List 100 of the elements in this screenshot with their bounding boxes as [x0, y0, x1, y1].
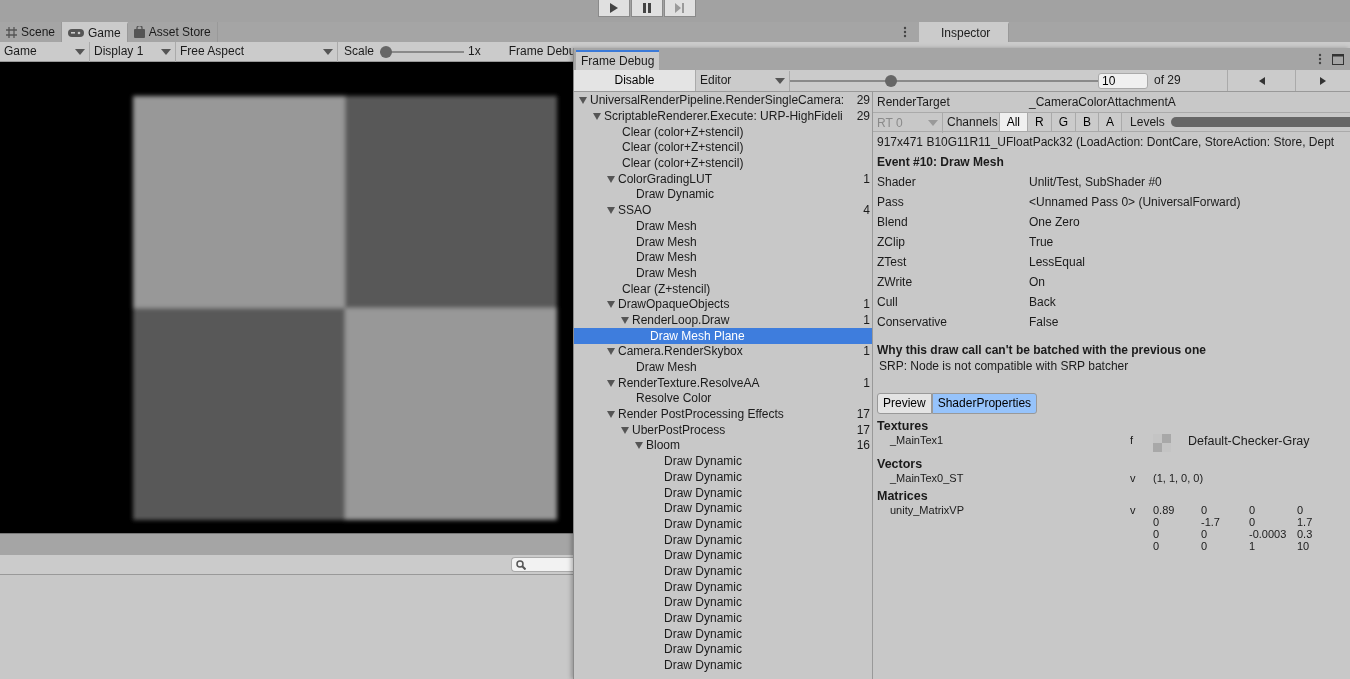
tree-item[interactable]: Draw Dynamic — [574, 563, 872, 580]
expand-arrow-icon[interactable] — [607, 175, 615, 183]
batch-heading: Why this draw call can't be batched with the previous one — [877, 342, 1206, 358]
event-number-field[interactable]: 10 — [1098, 72, 1148, 89]
property-label: Conservative — [877, 314, 949, 330]
scale-slider[interactable] — [380, 45, 465, 58]
search-icon — [516, 559, 526, 570]
tree-item[interactable]: Draw Dynamic — [574, 610, 872, 627]
section-heading: Textures — [877, 418, 930, 434]
expand-arrow-icon[interactable] — [607, 411, 615, 419]
disable-button[interactable]: Disable — [574, 70, 696, 91]
tree-item[interactable]: Draw Dynamic — [574, 469, 872, 486]
tree-item[interactable]: Draw Dynamic — [574, 657, 872, 674]
property-value: True — [1029, 234, 1054, 250]
matrix-cell-text: 0.3 — [1297, 528, 1314, 540]
tree-item[interactable]: Draw Mesh — [574, 249, 872, 266]
texture-name: Default-Checker-Gray — [1188, 434, 1310, 450]
property-label: ZTest — [877, 254, 908, 270]
slider-thumb[interactable] — [884, 74, 897, 87]
matrix-cell-text: 0 — [1153, 516, 1161, 528]
tree-item[interactable]: Clear (Z+stencil) — [574, 281, 872, 297]
tree-item[interactable]: Draw Dynamic — [574, 485, 872, 501]
tree-item[interactable]: Draw Dynamic — [574, 547, 872, 564]
expand-arrow-icon[interactable] — [593, 113, 601, 121]
tree-item[interactable]: Draw Mesh — [574, 234, 872, 250]
property-value: One Zero — [1029, 214, 1080, 230]
shopping-bag-icon — [133, 26, 145, 38]
tree-item[interactable]: Draw Mesh — [574, 218, 872, 235]
tree-item[interactable]: Render PostProcessing Effects 17 — [574, 406, 872, 423]
dropdown-arrow-icon — [323, 48, 333, 55]
tree-item[interactable]: ColorGradingLUT 1 — [574, 171, 872, 188]
property-value: (1, 1, 0, 0) — [1153, 472, 1204, 486]
view-tab[interactable]: ShaderProperties — [931, 393, 1038, 414]
property-name: _MainTex1 — [889, 434, 945, 448]
checker-texture-icon — [1153, 434, 1171, 452]
view-dropdown[interactable]: Game — [0, 41, 90, 62]
pause-icon — [642, 3, 652, 13]
play-icon — [609, 3, 619, 13]
expand-arrow-icon[interactable] — [607, 348, 615, 356]
tree-item[interactable]: Draw Dynamic — [574, 642, 872, 658]
tree-item[interactable]: Draw Dynamic — [574, 579, 872, 595]
tree-item[interactable]: Draw Mesh — [574, 265, 872, 282]
search-field[interactable] — [511, 557, 573, 572]
channel-toggle[interactable]: All — [998, 113, 1028, 131]
matrix-cell-text: 0 — [1201, 540, 1209, 552]
display-dropdown[interactable]: Display 1 — [90, 41, 176, 62]
tree-item[interactable]: DrawOpaqueObjects 1 — [574, 296, 872, 313]
tree-item[interactable]: Draw Mesh Plane — [574, 328, 872, 344]
matrix-cell-text: 0.89 — [1153, 504, 1176, 516]
tree-item[interactable]: Resolve Color — [574, 391, 872, 407]
tree-item[interactable]: Camera.RenderSkybox 1 — [574, 344, 872, 360]
tree-item[interactable]: Draw Dynamic — [574, 500, 872, 517]
range-slider[interactable] — [1170, 117, 1350, 127]
tree-item[interactable]: Draw Dynamic — [574, 187, 872, 203]
more-options-icon — [1318, 53, 1322, 65]
matrix-cell-text: 0 — [1201, 504, 1209, 516]
expand-arrow-icon[interactable] — [621, 426, 629, 434]
tree-item[interactable]: Draw Dynamic — [574, 516, 872, 533]
tree-item[interactable]: ScriptableRenderer.Execute: URP-HighFideli 29 — [574, 108, 872, 125]
view-tab[interactable]: Preview — [877, 393, 932, 414]
field-value: _CameraColorAttachmentA — [1029, 94, 1176, 110]
property-label: Shader — [877, 174, 917, 190]
play-button[interactable] — [598, 0, 630, 17]
matrix-cell-text: 0 — [1249, 504, 1257, 516]
tree-item[interactable]: UniversalRenderPipeline.RenderSingleCamera: 29 — [574, 93, 872, 109]
matrix-cell-text: 0 — [1297, 504, 1305, 516]
matrix-cell-text: -0.0003 — [1249, 528, 1288, 540]
expand-arrow-icon[interactable] — [607, 379, 615, 387]
editor-tab[interactable]: Game — [62, 22, 128, 42]
event-title: Event #10: Draw Mesh — [877, 154, 1004, 170]
expand-arrow-icon[interactable] — [635, 442, 643, 450]
aspect-dropdown[interactable]: Free Aspect — [176, 41, 338, 62]
tree-item[interactable]: UberPostProcess 17 — [574, 422, 872, 439]
more-options-icon — [903, 26, 907, 38]
property-label: ZClip — [877, 234, 906, 250]
matrix-cell-text: 0 — [1249, 516, 1257, 528]
property-label: Cull — [877, 294, 899, 310]
pause-button[interactable] — [631, 0, 663, 17]
tree-item[interactable]: Draw Dynamic — [574, 595, 872, 611]
tree-item[interactable]: Draw Dynamic — [574, 626, 872, 643]
tree-item[interactable]: Draw Dynamic — [574, 453, 872, 470]
expand-arrow-icon[interactable] — [579, 97, 587, 105]
tree-item[interactable]: Bloom 16 — [574, 438, 872, 454]
tree-item[interactable]: Clear (color+Z+stencil) — [574, 140, 872, 156]
property-label: Pass — [877, 194, 905, 210]
tree-item[interactable]: Draw Mesh — [574, 359, 872, 376]
tree-item[interactable]: Clear (color+Z+stencil) — [574, 155, 872, 172]
property-type: f — [1130, 434, 1135, 448]
tree-item[interactable]: SSAO 4 — [574, 202, 872, 219]
section-heading: Matrices — [877, 488, 929, 504]
window-tab[interactable]: Frame Debug — [576, 50, 660, 70]
tree-item[interactable]: RenderTexture.ResolveAA 1 — [574, 375, 872, 392]
tree-item[interactable]: Clear (color+Z+stencil) — [574, 124, 872, 141]
expand-arrow-icon[interactable] — [607, 207, 615, 215]
batch-reason: SRP: Node is not compatible with SRP batcher — [878, 358, 1129, 374]
tree-item[interactable]: Draw Dynamic — [574, 532, 872, 548]
editor-tab[interactable]: Inspector — [919, 22, 1010, 42]
expand-arrow-icon[interactable] — [607, 301, 615, 309]
slider-thumb[interactable] — [380, 45, 393, 58]
property-value: On — [1029, 274, 1045, 290]
